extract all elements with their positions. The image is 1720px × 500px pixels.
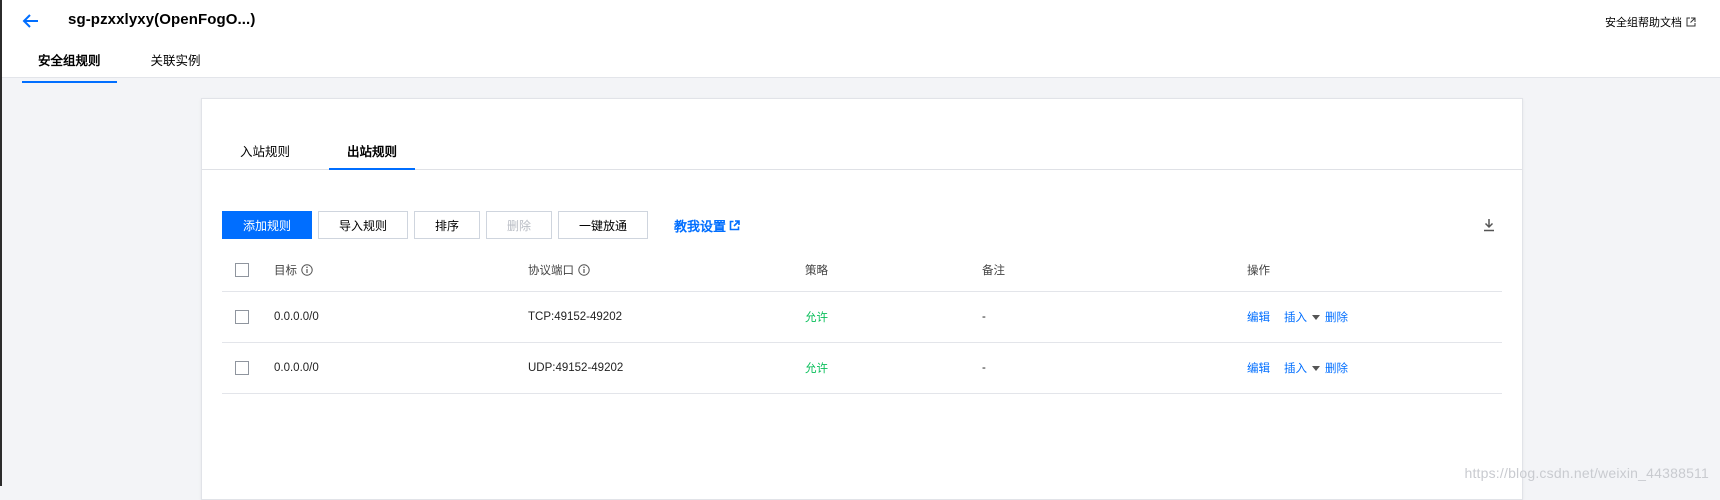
allow-all-button[interactable]: 一键放通 <box>558 211 648 239</box>
row-protocol-port: UDP:49152-49202 <box>528 362 624 374</box>
row-target: 0.0.0.0/0 <box>274 362 319 374</box>
insert-link[interactable]: 插入 <box>1284 360 1307 376</box>
import-rules-button[interactable]: 导入规则 <box>318 211 408 239</box>
column-action: 操作 <box>1247 265 1270 277</box>
help-doc-link[interactable]: 安全组帮助文档 <box>1605 14 1696 30</box>
table-header-row: 目标 协议端口 策略 备注 操作 <box>222 249 1502 292</box>
column-remark: 备注 <box>982 265 1005 277</box>
tab-associated-instances[interactable]: 关联实例 <box>135 46 217 76</box>
row-remark: - <box>982 362 986 374</box>
info-icon[interactable] <box>301 264 313 276</box>
column-target-label: 目标 <box>274 265 297 277</box>
tab-inbound-rules[interactable]: 入站规则 <box>235 141 295 169</box>
row-checkbox[interactable] <box>235 310 249 324</box>
caret-down-icon[interactable] <box>1312 365 1320 371</box>
page-title: sg-pzxxlyxy(OpenFogO...) <box>68 11 256 28</box>
column-policy: 策略 <box>805 265 828 277</box>
help-doc-label: 安全组帮助文档 <box>1605 17 1682 29</box>
column-protocol-port: 协议端口 <box>528 249 590 291</box>
add-rule-button[interactable]: 添加规则 <box>222 211 312 239</box>
sort-button[interactable]: 排序 <box>414 211 480 239</box>
tab-outbound-rules[interactable]: 出站规则 <box>329 141 415 170</box>
row-target: 0.0.0.0/0 <box>274 311 319 323</box>
external-link-icon <box>1686 17 1696 27</box>
tab-security-group-rules[interactable]: 安全组规则 <box>22 46 117 83</box>
table-row: 0.0.0.0/0 UDP:49152-49202 允许 - 编辑 插入 删除 <box>222 343 1502 394</box>
row-policy: 允许 <box>805 312 828 324</box>
rules-toolbar: 添加规则 导入规则 排序 删除 一键放通 教我设置 <box>222 211 740 239</box>
edit-link[interactable]: 编辑 <box>1247 360 1270 376</box>
rules-card: 入站规则 出站规则 添加规则 导入规则 排序 删除 一键放通 教我设置 目标 协… <box>201 98 1523 500</box>
row-protocol-port: TCP:49152-49202 <box>528 311 622 323</box>
row-checkbox[interactable] <box>235 361 249 375</box>
delete-link[interactable]: 删除 <box>1325 360 1348 376</box>
delete-link[interactable]: 删除 <box>1325 309 1348 325</box>
info-icon[interactable] <box>578 264 590 276</box>
rules-table: 目标 协议端口 策略 备注 操作 0.0.0.0/0 TCP:49152-492… <box>222 249 1502 394</box>
column-target: 目标 <box>274 249 313 291</box>
row-policy: 允许 <box>805 363 828 375</box>
table-row: 0.0.0.0/0 TCP:49152-49202 允许 - 编辑 插入 删除 <box>222 292 1502 343</box>
select-all-checkbox[interactable] <box>235 263 249 277</box>
edit-link[interactable]: 编辑 <box>1247 309 1270 325</box>
top-tabs: 安全组规则 关联实例 <box>22 46 217 83</box>
watermark: https://blog.csdn.net/weixin_44388511 <box>1464 465 1709 481</box>
teach-setup-link[interactable]: 教我设置 <box>674 216 740 235</box>
row-actions: 编辑 插入 删除 <box>1247 292 1348 342</box>
caret-down-icon[interactable] <box>1312 314 1320 320</box>
teach-setup-label: 教我设置 <box>674 218 727 234</box>
delete-button[interactable]: 删除 <box>486 211 552 239</box>
row-remark: - <box>982 311 986 323</box>
column-protocol-port-label: 协议端口 <box>528 265 574 277</box>
page-header: sg-pzxxlyxy(OpenFogO...) 安全组帮助文档 安全组规则 关… <box>2 0 1720 83</box>
back-arrow-icon[interactable] <box>20 10 42 32</box>
external-link-icon <box>729 219 740 230</box>
row-actions: 编辑 插入 删除 <box>1247 343 1348 393</box>
insert-link[interactable]: 插入 <box>1284 309 1307 325</box>
rule-direction-tabs: 入站规则 出站规则 <box>202 141 1522 170</box>
download-icon[interactable] <box>1482 218 1496 232</box>
